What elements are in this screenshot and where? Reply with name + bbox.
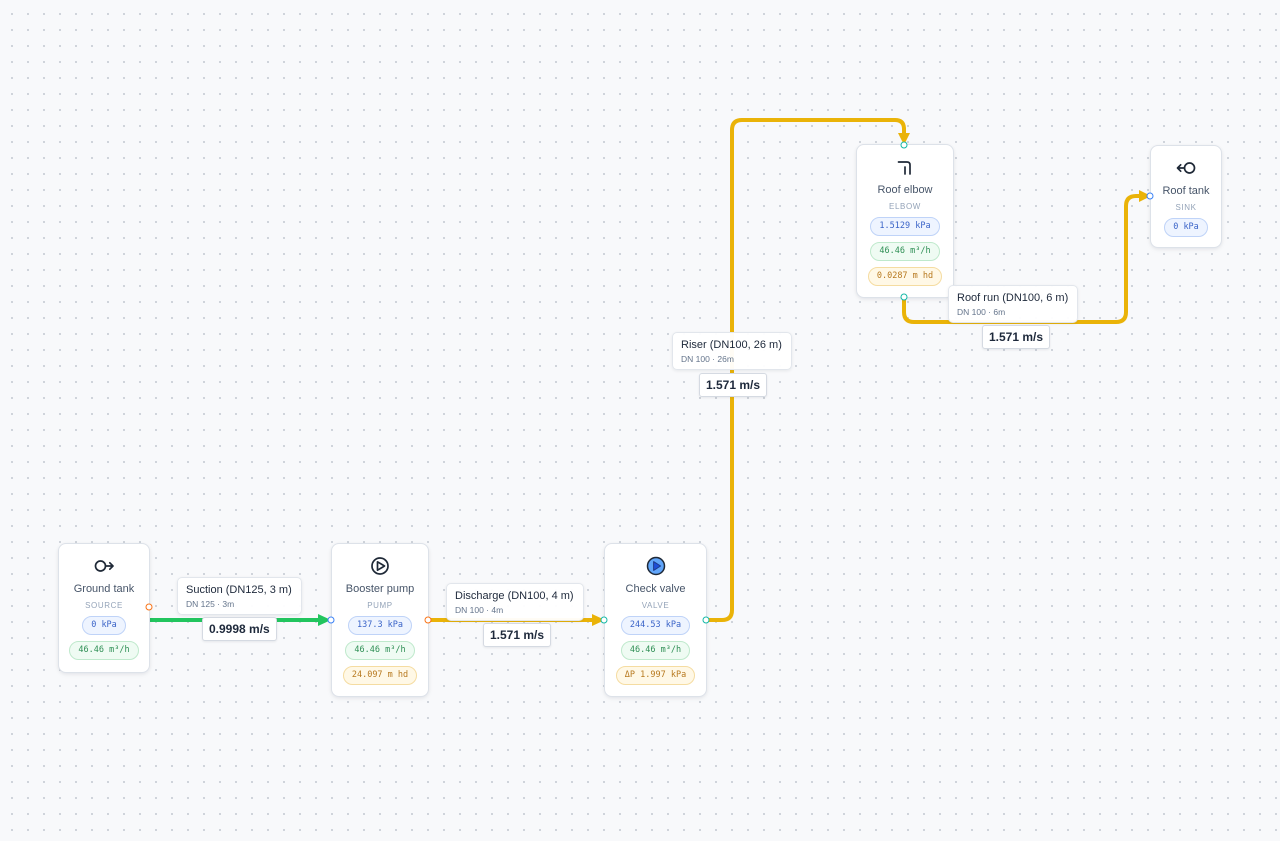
edge-label-name: Roof run (DN100, 6 m) bbox=[957, 292, 1069, 304]
flow-pill: 46.46 m³/h bbox=[69, 641, 139, 660]
edge-label-roof-run[interactable]: Roof run (DN100, 6 m) DN 100 · 6m bbox=[948, 285, 1079, 323]
pressure-drop-pill: ΔP 1.997 kPa bbox=[615, 666, 696, 685]
node-title: Ground tank bbox=[73, 583, 135, 595]
node-type: SINK bbox=[1175, 203, 1197, 212]
output-handle[interactable] bbox=[702, 616, 710, 624]
output-handle[interactable] bbox=[424, 616, 432, 624]
node-ground-tank[interactable]: Ground tank SOURCE 0 kPa 46.46 m³/h bbox=[58, 543, 150, 673]
edge-label-spec: DN 100 · 4m bbox=[455, 605, 504, 615]
head-pill: 0.0287 m hd bbox=[867, 267, 943, 286]
source-arrow-icon bbox=[93, 555, 115, 577]
node-check-valve[interactable]: Check valve VALVE 244.53 kPa 46.46 m³/h … bbox=[604, 543, 707, 697]
edge-label-spec: DN 125 · 3m bbox=[186, 599, 235, 609]
node-title: Booster pump bbox=[345, 583, 415, 595]
node-type: PUMP bbox=[367, 601, 393, 610]
node-title: Roof tank bbox=[1162, 185, 1210, 197]
pump-icon bbox=[369, 555, 391, 577]
edge-label-riser[interactable]: Riser (DN100, 26 m) DN 100 · 26m bbox=[672, 332, 792, 370]
pressure-pill: 244.53 kPa bbox=[620, 616, 691, 635]
node-title: Check valve bbox=[625, 583, 686, 595]
edge-label-spec: DN 100 · 6m bbox=[957, 307, 1006, 317]
output-handle[interactable] bbox=[900, 293, 908, 301]
edge-label-suction[interactable]: Suction (DN125, 3 m) DN 125 · 3m bbox=[177, 577, 302, 615]
node-roof-elbow[interactable]: Roof elbow ELBOW 1.5129 kPa 46.46 m³/h 0… bbox=[856, 144, 954, 298]
pressure-pill: 137.3 kPa bbox=[347, 616, 413, 635]
output-handle[interactable] bbox=[145, 603, 153, 611]
velocity-badge: 1.571 m/s bbox=[699, 373, 768, 397]
node-title: Roof elbow bbox=[877, 184, 933, 196]
edge-label-name: Discharge (DN100, 4 m) bbox=[455, 590, 574, 602]
sink-arrow-icon bbox=[1175, 157, 1197, 179]
velocity-badge: 1.571 m/s bbox=[982, 325, 1051, 349]
velocity-badge: 0.9998 m/s bbox=[202, 617, 277, 641]
input-handle[interactable] bbox=[900, 141, 908, 149]
flow-pill: 46.46 m³/h bbox=[620, 641, 691, 660]
node-type: VALVE bbox=[641, 601, 670, 610]
input-handle[interactable] bbox=[327, 616, 335, 624]
flow-pill: 46.46 m³/h bbox=[345, 641, 415, 660]
head-pill: 24.097 m hd bbox=[342, 666, 418, 685]
flow-pill: 46.46 m³/h bbox=[870, 242, 940, 261]
pressure-pill: 1.5129 kPa bbox=[870, 217, 940, 236]
edge-label-name: Riser (DN100, 26 m) bbox=[681, 339, 782, 351]
input-handle[interactable] bbox=[1146, 192, 1154, 200]
edge-label-discharge[interactable]: Discharge (DN100, 4 m) DN 100 · 4m bbox=[446, 583, 584, 621]
node-type: ELBOW bbox=[889, 202, 921, 211]
node-type: SOURCE bbox=[85, 601, 123, 610]
pipe-edges bbox=[147, 118, 1151, 626]
node-roof-tank[interactable]: Roof tank SINK 0 kPa bbox=[1150, 145, 1222, 248]
velocity-badge: 1.571 m/s bbox=[483, 623, 552, 647]
node-booster-pump[interactable]: Booster pump PUMP 137.3 kPa 46.46 m³/h 2… bbox=[331, 543, 429, 697]
elbow-icon bbox=[894, 156, 916, 178]
edge-label-spec: DN 100 · 26m bbox=[681, 354, 734, 364]
edge-label-name: Suction (DN125, 3 m) bbox=[186, 584, 292, 596]
play-valve-icon bbox=[645, 555, 667, 577]
pressure-pill: 0 kPa bbox=[82, 616, 126, 635]
pressure-pill: 0 kPa bbox=[1164, 218, 1208, 237]
input-handle[interactable] bbox=[600, 616, 608, 624]
flow-canvas[interactable]: Ground tank SOURCE 0 kPa 46.46 m³/h Boos… bbox=[0, 0, 1280, 841]
